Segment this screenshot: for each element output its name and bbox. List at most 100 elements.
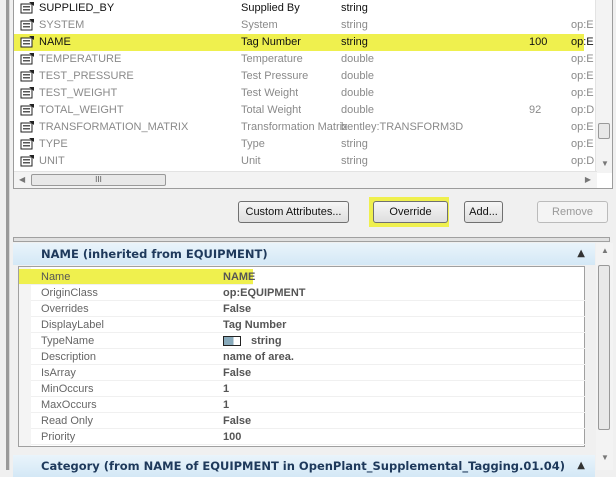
property-row[interactable]: IsArray False [31, 365, 585, 381]
category-section-header[interactable]: Category (from NAME of EQUIPMENT in Open… [13, 455, 595, 477]
grid-gutter [19, 267, 31, 446]
property-icon [20, 19, 34, 31]
property-icon [20, 104, 34, 116]
scroll-down-icon[interactable]: ▼ [601, 453, 609, 462]
property-value-text: 1 [223, 399, 230, 411]
cell-size: 100 [529, 36, 548, 48]
cell-class: op:E [571, 19, 594, 31]
section-title: NAME (inherited from EQUIPMENT) [41, 247, 268, 261]
property-icon [20, 121, 34, 133]
remove-button[interactable]: Remove [537, 201, 608, 223]
property-value[interactable]: 1 [223, 381, 229, 397]
table-row[interactable]: UNIT Unit string op:D [14, 153, 597, 170]
property-row[interactable]: Priority 100 [31, 429, 585, 445]
table-row[interactable]: NAME Tag Number string 100 op:E [14, 34, 594, 51]
property-label: TypeName [41, 335, 95, 347]
cell-type: string [341, 19, 368, 31]
property-row[interactable]: OriginClass op:EQUIPMENT [31, 285, 585, 301]
property-value[interactable]: False [223, 413, 251, 429]
property-row[interactable]: MinOccurs 1 [31, 381, 585, 397]
property-value[interactable]: 1 [223, 397, 229, 413]
cell-type: string [341, 155, 368, 167]
scroll-down-icon[interactable]: ▼ [601, 159, 609, 168]
property-row[interactable]: Read Only False [31, 413, 585, 429]
splitter[interactable] [13, 237, 610, 242]
cell-name: SYSTEM [39, 19, 85, 31]
property-value[interactable]: name of area. [223, 349, 294, 365]
property-grid: Name NAME OriginClass op:EQUIPMENT Overrides… [18, 266, 585, 447]
cell-label: Unit [241, 155, 261, 167]
property-row[interactable]: MaxOccurs 1 [31, 397, 585, 413]
window-border [6, 0, 10, 470]
table-row[interactable]: SYSTEM System string op:E [14, 17, 597, 34]
table-row[interactable]: TEMPERATURE Temperature double op:E [14, 51, 597, 68]
cell-label: Type [241, 138, 265, 150]
table-row[interactable]: TEST_WEIGHT Test Weight double op:E [14, 85, 597, 102]
property-value-text: string [251, 335, 282, 347]
scroll-right-icon[interactable]: ▶ [585, 175, 591, 184]
cell-name: NAME [39, 36, 71, 48]
property-label: OriginClass [41, 287, 98, 299]
section-header[interactable]: NAME (inherited from EQUIPMENT) ▲ [13, 243, 595, 265]
cell-class: op:D [571, 104, 595, 116]
custom-attributes-button[interactable]: Custom Attributes... [238, 201, 349, 223]
hscroll-thumb[interactable]: III [31, 174, 166, 186]
details-scrollbar[interactable]: ▲ ▼ [596, 243, 613, 470]
property-value-text: NAME [223, 271, 256, 283]
property-row[interactable]: Name NAME [19, 269, 255, 285]
property-icon [20, 155, 34, 167]
property-icon [20, 87, 34, 99]
scroll-left-icon[interactable]: ◀ [19, 175, 25, 184]
cell-type: double [341, 53, 375, 65]
table-row[interactable]: TOTAL_WEIGHT Total Weight double 92 op:D [14, 102, 597, 119]
table-row[interactable]: SUPPLIED_BY Supplied By string [14, 0, 597, 17]
property-value[interactable]: op:EQUIPMENT [223, 285, 306, 301]
property-icon [20, 70, 34, 82]
collapse-chevron-icon[interactable]: ▲ [577, 455, 585, 477]
property-row[interactable]: DisplayLabel Tag Number [31, 317, 585, 333]
cell-type: double [341, 104, 375, 116]
cell-class: op:E [571, 70, 594, 82]
scroll-thumb[interactable] [598, 123, 610, 139]
cell-label: Transformation Matrix [241, 121, 348, 133]
table-row[interactable]: TYPE Type string op:E [14, 136, 597, 153]
cell-name: SUPPLIED_BY [39, 2, 115, 14]
cell-name: TEST_PRESSURE [39, 70, 134, 82]
vertical-scrollbar[interactable]: ▼ [595, 0, 612, 173]
cell-label: Supplied By [241, 2, 300, 14]
property-value[interactable]: False [223, 365, 251, 381]
property-row[interactable]: Overrides False [31, 301, 585, 317]
property-value[interactable]: NAME [223, 269, 255, 285]
property-value[interactable]: 100 [223, 429, 241, 445]
property-value[interactable]: Tag Number [223, 317, 286, 333]
table-row[interactable]: TEST_PRESSURE Test Pressure double op:E [14, 68, 597, 85]
cell-label: System [241, 19, 278, 31]
property-label: Read Only [41, 415, 93, 427]
property-icon [20, 53, 34, 65]
scroll-up-icon[interactable]: ▲ [601, 246, 609, 255]
property-row[interactable]: TypeName string [31, 333, 585, 349]
details-scroll-thumb[interactable] [598, 265, 610, 430]
table-row[interactable]: TRANSFORMATION_MATRIX Transformation Matr… [14, 119, 597, 136]
property-icon [20, 36, 34, 48]
property-label: Name [41, 271, 71, 283]
cell-type: double [341, 87, 375, 99]
collapse-chevron-icon[interactable]: ▲ [577, 243, 585, 265]
property-row[interactable]: Description name of area. [31, 349, 585, 365]
cell-name: TOTAL_WEIGHT [39, 104, 124, 116]
override-button[interactable]: Override [373, 201, 448, 223]
property-label: Priority [41, 431, 76, 443]
property-icon [20, 2, 34, 14]
cell-class: op:E [571, 87, 594, 99]
cell-type: double [341, 70, 375, 82]
cell-class: op:E [571, 138, 594, 150]
property-label: IsArray [41, 367, 76, 379]
properties-table: ▼ ◀ III ▶ SUPPLIED_BY Supplied By string SY… [13, 0, 613, 189]
property-value[interactable]: string [223, 333, 282, 349]
property-label: Description [41, 351, 97, 363]
add-button[interactable]: Add... [464, 201, 503, 223]
horizontal-scrollbar[interactable]: ◀ III ▶ [14, 171, 597, 188]
property-value-text: name of area. [223, 351, 294, 363]
property-value[interactable]: False [223, 301, 251, 317]
property-value-text: False [223, 367, 252, 379]
